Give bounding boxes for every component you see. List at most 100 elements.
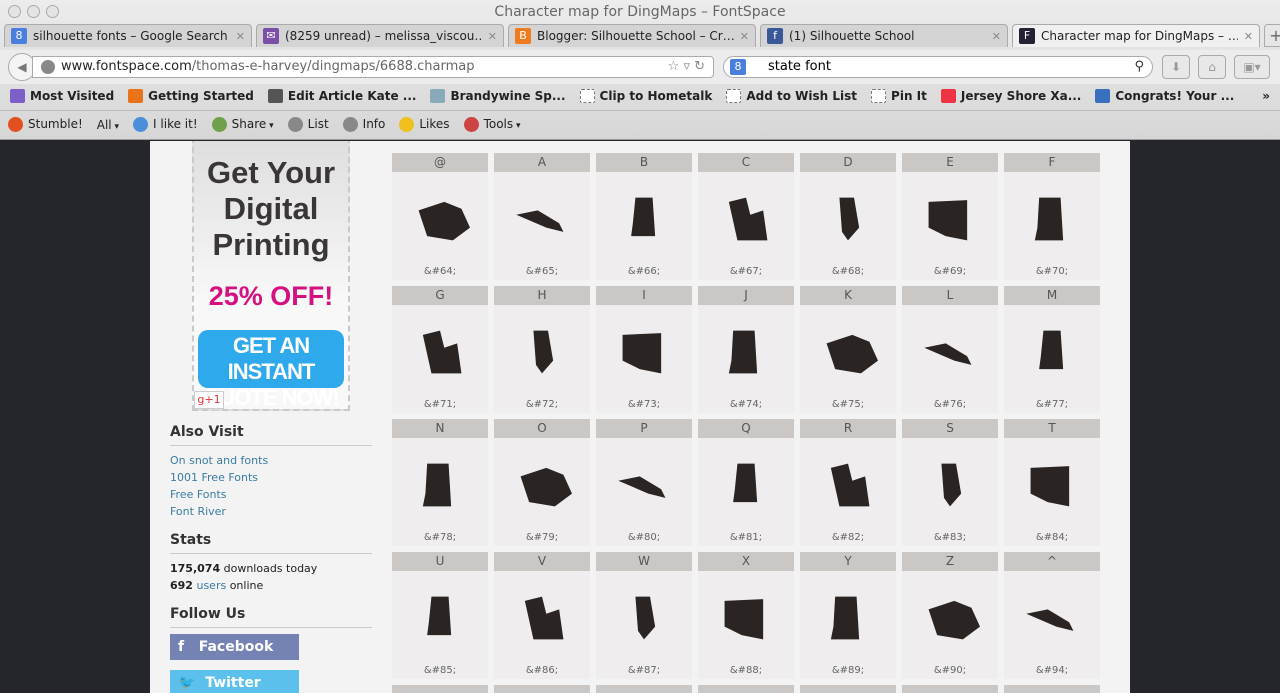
char-label: @ (392, 153, 488, 172)
google-icon: 8 (11, 28, 27, 44)
char-cell[interactable]: Q &#81; (698, 419, 794, 546)
char-cell[interactable]: T &#84; (1004, 419, 1100, 546)
link-on-snot-and-fonts[interactable]: On snot and fonts (170, 452, 372, 469)
char-cell[interactable]: R &#82; (800, 419, 896, 546)
dropdown-arrow-icon[interactable]: ▾ (266, 121, 274, 131)
bookmark-item[interactable]: Getting Started (128, 89, 254, 104)
char-cell[interactable]: Z &#90; (902, 552, 998, 679)
char-cell[interactable]: L &#76; (902, 286, 998, 413)
char-label: G (392, 286, 488, 305)
char-cell[interactable]: A &#65; (494, 153, 590, 280)
char-cell-partial[interactable] (494, 685, 590, 693)
bookmark-item[interactable]: Add to Wish List (726, 89, 857, 104)
char-cell[interactable]: V &#86; (494, 552, 590, 679)
toolbar-label: Stumble! (28, 117, 83, 131)
minimize-button[interactable] (27, 5, 40, 18)
ad-banner[interactable]: Get Your Digital Printing 25% OFF! GET AN … (192, 141, 350, 411)
char-cell-partial[interactable] (596, 685, 692, 693)
char-cell[interactable]: H &#72; (494, 286, 590, 413)
char-cell[interactable]: ^ &#94; (1004, 552, 1100, 679)
dropdown-arrow-icon[interactable]: ▾ (112, 122, 120, 132)
home-icon[interactable]: ⌂ (1198, 55, 1226, 79)
url-bar[interactable]: www.fontspace.com/thomas-e-harvey/dingma… (32, 56, 714, 78)
link-font-river[interactable]: Font River (170, 503, 372, 520)
close-button[interactable] (8, 5, 21, 18)
close-tab-icon[interactable]: ✕ (488, 30, 497, 43)
char-cell[interactable]: X &#88; (698, 552, 794, 679)
char-cell[interactable]: S &#83; (902, 419, 998, 546)
google-icon[interactable]: 8 (730, 59, 746, 75)
new-tab-button[interactable]: + (1264, 24, 1280, 47)
toolbar-info[interactable]: Info (342, 117, 385, 132)
char-cell-partial[interactable] (392, 685, 488, 693)
link-1001-free-fonts[interactable]: 1001 Free Fonts (170, 469, 372, 486)
close-tab-icon[interactable]: ✕ (1244, 30, 1253, 43)
toolbar-stumble[interactable]: Stumble! (8, 117, 83, 132)
char-cell[interactable]: E &#69; (902, 153, 998, 280)
ad-headline: Get Your Digital Printing (206, 155, 336, 262)
bookmark-icon (871, 89, 887, 104)
close-tab-icon[interactable]: ✕ (992, 30, 1001, 43)
more-bookmarks-icon[interactable]: » (1262, 89, 1270, 103)
char-cell[interactable]: K &#75; (800, 286, 896, 413)
char-cell[interactable]: @ &#64; (392, 153, 488, 280)
char-cell[interactable]: D &#68; (800, 153, 896, 280)
bookmark-item[interactable]: Most Visited (10, 89, 114, 104)
tab-0[interactable]: 8 silhouette fonts – Google Search ✕ (4, 24, 252, 47)
close-tab-icon[interactable]: ✕ (740, 30, 749, 43)
tab-3[interactable]: f (1) Silhouette School ✕ (760, 24, 1008, 47)
link-free-fonts[interactable]: Free Fonts (170, 486, 372, 503)
char-cell[interactable]: G &#71; (392, 286, 488, 413)
tab-2[interactable]: B Blogger: Silhouette School – Cr… ✕ (508, 24, 756, 47)
bookmark-item[interactable]: Edit Article Kate ... (267, 89, 416, 104)
toolbar-ilikeit[interactable]: I like it! (133, 117, 198, 132)
window-title: Character map for DingMaps – FontSpace (494, 4, 786, 20)
toolbar-share[interactable]: Share ▾ (211, 117, 274, 132)
users-link[interactable]: users (196, 579, 226, 592)
search-icon[interactable]: ⚲ (1134, 57, 1144, 77)
char-cell[interactable]: F &#70; (1004, 153, 1100, 280)
search-input[interactable]: 8 state font ⚲ (723, 56, 1153, 78)
char-label: C (698, 153, 794, 172)
char-cell[interactable]: U &#85; (392, 552, 488, 679)
bookmark-item[interactable]: Congrats! Your ... (1095, 89, 1234, 104)
toolbar-likes[interactable]: Likes (399, 117, 450, 132)
char-cell-partial[interactable] (902, 685, 998, 693)
char-cell[interactable]: M &#77; (1004, 286, 1100, 413)
char-cell[interactable]: N &#78; (392, 419, 488, 546)
tab-4[interactable]: F Character map for DingMaps – … ✕ (1012, 24, 1260, 47)
ad-cta-button[interactable]: GET AN INSTANT QUOTE NOW! (198, 330, 344, 410)
dropdown-arrow-icon[interactable]: ▾ (513, 121, 521, 131)
char-cell[interactable]: C &#67; (698, 153, 794, 280)
bookmark-star-icon[interactable]: ☆ ▿ ↻ (668, 57, 705, 77)
char-cell[interactable]: O &#79; (494, 419, 590, 546)
bookmark-item[interactable]: Pin It (871, 89, 927, 104)
facebook-button[interactable]: f Facebook (170, 634, 299, 660)
tab-1[interactable]: ✉ (8259 unread) – melissa_viscou… ✕ (256, 24, 504, 47)
char-cell-partial[interactable] (698, 685, 794, 693)
map-glyph-icon (800, 172, 896, 266)
toolbar-list[interactable]: List (287, 117, 329, 132)
zoom-button[interactable] (46, 5, 59, 18)
char-cell[interactable]: W &#87; (596, 552, 692, 679)
char-cell-partial[interactable] (1004, 685, 1100, 693)
download-icon[interactable]: ⬇ (1162, 55, 1190, 79)
toolbar-all[interactable]: All ▾ (97, 118, 119, 132)
bookmark-item[interactable]: Clip to Hometalk (579, 89, 712, 104)
close-tab-icon[interactable]: ✕ (236, 30, 245, 43)
toolbar-tools[interactable]: Tools ▾ (463, 117, 521, 132)
char-cell[interactable]: I &#73; (596, 286, 692, 413)
char-cell-partial[interactable] (800, 685, 896, 693)
toolbar-label: Likes (419, 117, 450, 131)
char-cell[interactable]: B &#66; (596, 153, 692, 280)
addon-icon[interactable]: ▣▾ (1234, 55, 1270, 79)
char-code: &#90; (933, 665, 967, 676)
twitter-button[interactable]: 🐦 Twitter (170, 670, 299, 693)
also-visit-heading: Also Visit (170, 424, 372, 446)
bookmark-item[interactable]: Jersey Shore Xa... (940, 89, 1081, 104)
bookmark-item[interactable]: Brandywine Sp... (430, 89, 566, 104)
char-cell[interactable]: Y &#89; (800, 552, 896, 679)
google-plus-button[interactable]: g+1 (194, 391, 224, 409)
char-cell[interactable]: J &#74; (698, 286, 794, 413)
char-cell[interactable]: P &#80; (596, 419, 692, 546)
